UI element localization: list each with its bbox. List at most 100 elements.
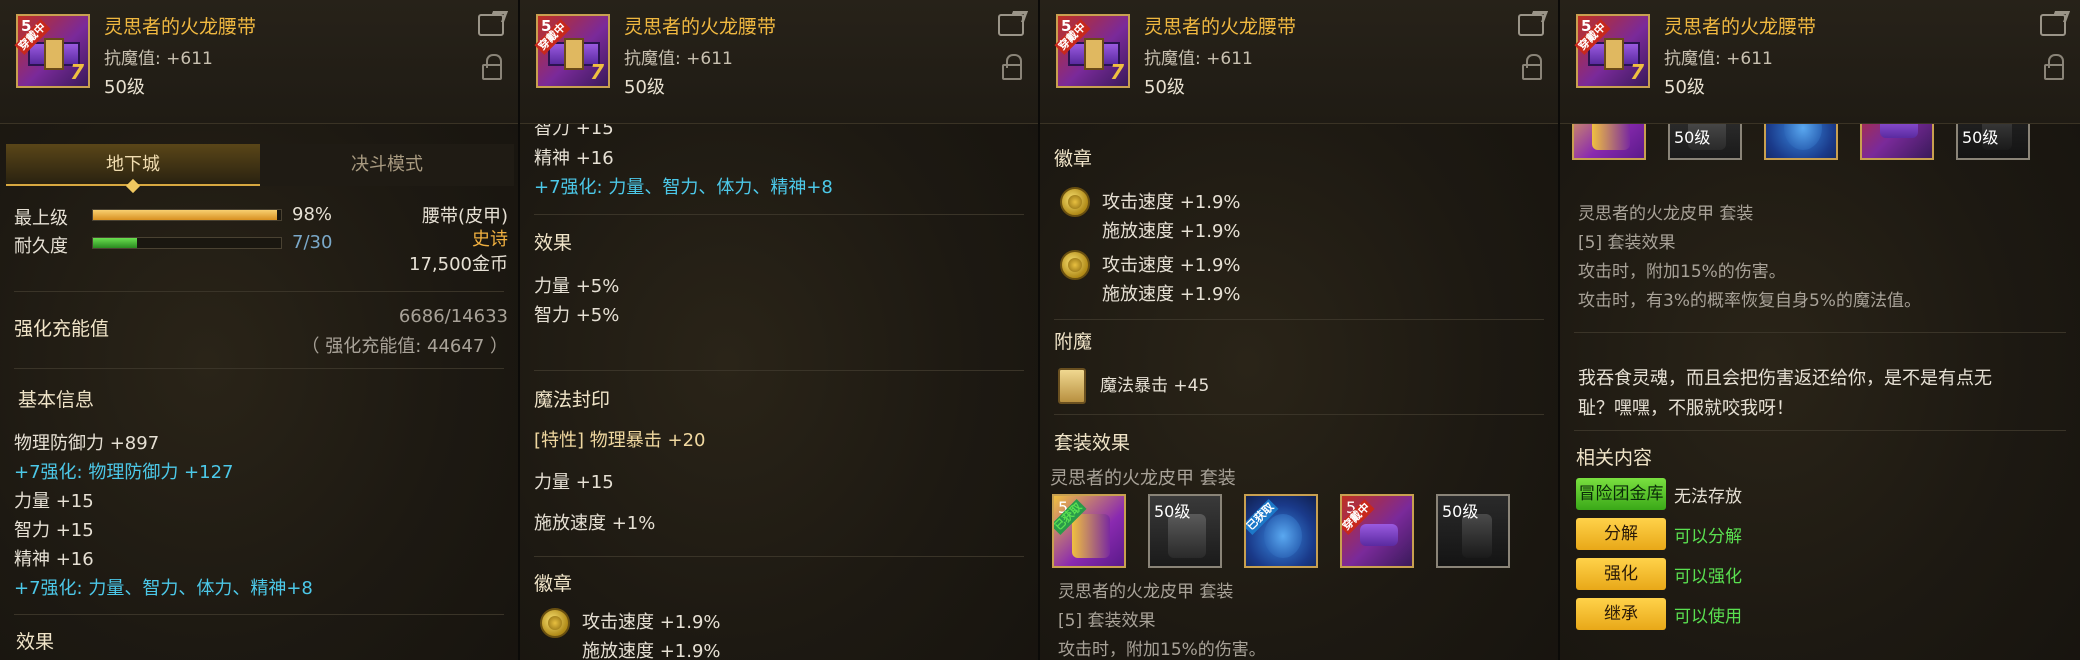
enchant-card-icon xyxy=(1058,368,1086,404)
flavor-text: 我吞食灵魂，而且会把伤害返还给你，是不是有点无 xyxy=(1578,368,1992,389)
set-name: 灵思者的火龙皮甲 套装 xyxy=(1050,468,1236,489)
durability-bar-fill xyxy=(93,238,137,248)
item-header: 5 穿戴中 7 灵思者的火龙腰带 抗魔值: +611 50级 xyxy=(1560,0,2080,124)
item-name: 灵思者的火龙腰带 xyxy=(104,16,257,38)
durability-label: 耐久度 xyxy=(14,236,68,257)
durability-bar xyxy=(92,237,282,249)
divider xyxy=(14,368,504,369)
enchant-title: 附魔 xyxy=(1054,331,1093,353)
stat-line: +7强化: 物理防御力 +127 xyxy=(14,462,234,483)
item-level: 50级 xyxy=(104,77,145,98)
stat-line: 精神 +16 xyxy=(14,549,94,570)
item-icon: 5 穿戴中 7 xyxy=(1054,14,1130,88)
divider xyxy=(1574,430,2066,431)
basic-info-title: 基本信息 xyxy=(18,389,95,411)
item-header: 5 穿戴中 7 灵思者的火龙腰带 抗魔值: +611 50级 xyxy=(520,0,1038,124)
adventure-vault-button[interactable]: 冒险团金库 xyxy=(1576,478,1666,510)
item-stat: 抗魔值: +611 xyxy=(624,49,733,69)
emblem-title: 徽章 xyxy=(534,573,573,595)
durability-value: 7/30 xyxy=(292,232,333,253)
mode-tabs: 地下城 决斗模式 xyxy=(6,144,514,186)
panel-body: 地下城 决斗模式 最上级 98% 耐久度 7/30 腰带(皮甲) 史诗 17,5… xyxy=(0,124,518,660)
emblem-icon xyxy=(1060,187,1090,217)
emblem-line: 施放速度 +1.9% xyxy=(1102,221,1241,242)
set-piece-shoes[interactable]: 50级 xyxy=(1436,494,1510,568)
emblem-line: 攻击速度 +1.9% xyxy=(1102,192,1241,213)
emblem-line: 攻击速度 +1.9% xyxy=(1102,255,1241,276)
divider xyxy=(14,614,504,615)
set-title: 套装效果 xyxy=(1054,432,1131,454)
stat-line: 精神 +16 xyxy=(534,148,614,169)
enhance-button[interactable]: 强化 xyxy=(1576,558,1666,590)
panel-body: 50级 50级 灵思者的火龙皮甲 套装 [5] 套装效果 攻击时，附加15%的伤… xyxy=(1560,86,2080,660)
effect-line: 智力 +5% xyxy=(534,305,620,326)
item-stat: 抗魔值: +611 xyxy=(104,49,213,69)
emblem-icon xyxy=(1060,250,1090,280)
tab-dungeon[interactable]: 地下城 xyxy=(6,144,260,186)
set-piece-shoulder[interactable]: 已获取 xyxy=(1244,494,1318,568)
item-name: 灵思者的火龙腰带 xyxy=(1144,16,1297,38)
share-icon[interactable] xyxy=(2040,14,2066,36)
item-name: 灵思者的火龙腰带 xyxy=(1664,16,1817,38)
tooltip-panel-4: 5 穿戴中 7 灵思者的火龙腰带 抗魔值: +611 50级 50级 50级 灵… xyxy=(1560,0,2080,660)
lock-icon[interactable] xyxy=(2044,54,2064,80)
divider xyxy=(534,370,1024,371)
set-count: [5] 套装效果 xyxy=(1578,233,1676,253)
lock-icon[interactable] xyxy=(1522,54,1542,80)
set-piece-belt[interactable]: 5 穿戴中 xyxy=(1340,494,1414,568)
set-piece-top[interactable]: 5 已获取 xyxy=(1052,494,1126,568)
item-stat: 抗魔值: +611 xyxy=(1144,49,1253,69)
tab-pvp[interactable]: 决斗模式 xyxy=(260,144,514,186)
item-header: 5 穿戴中 7 灵思者的火龙腰带 抗魔值: +611 50级 xyxy=(1040,0,1558,124)
lock-icon[interactable] xyxy=(482,54,502,80)
effect-title: 效果 xyxy=(16,631,55,653)
panel-body: 智力 +15 精神 +16 +7强化: 力量、智力、体力、精神+8 效果 力量 … xyxy=(520,118,1038,660)
emblem-line: 施放速度 +1.9% xyxy=(1102,284,1241,305)
related-title: 相关内容 xyxy=(1576,447,1653,469)
seal-special: [特性] 物理暴击 +20 xyxy=(534,430,706,451)
inherit-button[interactable]: 继承 xyxy=(1576,598,1666,630)
item-level: 50级 xyxy=(624,77,665,98)
item-level: 50级 xyxy=(1664,77,1705,98)
seal-line: 力量 +15 xyxy=(534,472,614,493)
emblem-line: 攻击速度 +1.9% xyxy=(582,612,721,633)
item-icon: 5 穿戴中 7 xyxy=(534,14,610,88)
emblem-title: 徽章 xyxy=(1054,148,1093,170)
set-effect: 攻击时，附加15%的伤害。 xyxy=(1578,262,1786,282)
flavor-text: 耻？嘿嘿，不服就咬我呀！ xyxy=(1578,398,1794,419)
seal-line: 施放速度 +1% xyxy=(534,513,656,534)
set-effect: 攻击时，附加15%的伤害。 xyxy=(1058,640,1266,660)
item-level: 50级 xyxy=(1144,77,1185,98)
grade-pct: 98% xyxy=(292,204,333,225)
stat-line: 智力 +15 xyxy=(14,520,94,541)
item-icon: 5 穿戴中 7 xyxy=(14,14,90,88)
set-name: 灵思者的火龙皮甲 套装 xyxy=(1578,204,1754,224)
set-count: [5] 套装效果 xyxy=(1058,611,1156,631)
charge-value: 6686/14633 xyxy=(398,306,508,327)
panel-body: 徽章 攻击速度 +1.9% 施放速度 +1.9% 攻击速度 +1.9% 施放速度… xyxy=(1040,124,1558,660)
grade-bar-fill xyxy=(93,210,278,220)
disassemble-button[interactable]: 分解 xyxy=(1576,518,1666,550)
grade-bar xyxy=(92,209,282,221)
enchant-line: 魔法暴击 +45 xyxy=(1100,376,1210,396)
item-rarity: 史诗 xyxy=(472,229,508,250)
stat-line: +7强化: 力量、智力、体力、精神+8 xyxy=(14,578,313,599)
tooltip-panel-1: 5 穿戴中 7 灵思者的火龙腰带 抗魔值: +611 50级 地下城 决斗模式 … xyxy=(0,0,520,660)
divider xyxy=(534,556,1024,557)
set-piece-pants[interactable]: 50级 xyxy=(1148,494,1222,568)
share-icon[interactable] xyxy=(1518,14,1544,36)
charge-total: （ 强化充能值: 44647 ） xyxy=(301,336,509,357)
share-icon[interactable] xyxy=(998,14,1024,36)
stat-line: 力量 +15 xyxy=(14,491,94,512)
item-name: 灵思者的火龙腰带 xyxy=(624,16,777,38)
enhance-status: 可以强化 xyxy=(1674,567,1742,587)
share-icon[interactable] xyxy=(478,14,504,36)
disassemble-status: 可以分解 xyxy=(1674,527,1742,547)
divider xyxy=(534,214,1024,215)
seal-title: 魔法封印 xyxy=(534,389,611,411)
tooltip-panel-2: 5 穿戴中 7 灵思者的火龙腰带 抗魔值: +611 50级 智力 +15 精神… xyxy=(520,0,1040,660)
divider xyxy=(1054,319,1544,320)
lock-icon[interactable] xyxy=(1002,54,1022,80)
divider xyxy=(1574,332,2066,333)
item-stat: 抗魔值: +611 xyxy=(1664,49,1773,69)
